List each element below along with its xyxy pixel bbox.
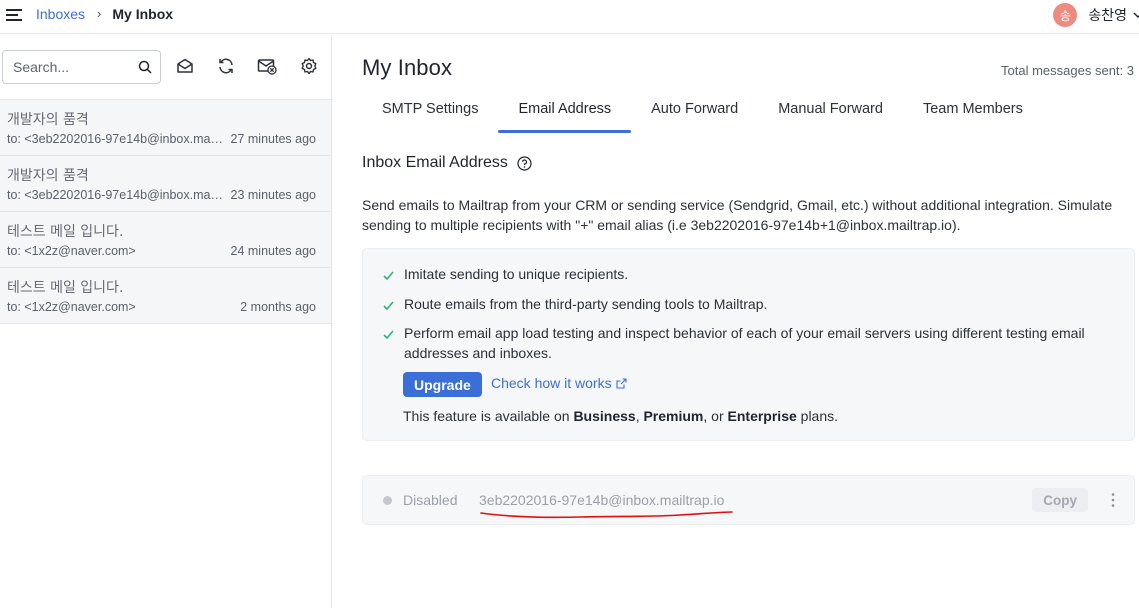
search-input[interactable] [13,59,133,75]
feature-info-box: Imitate sending to unique recipients. Ro… [362,248,1135,441]
message-subject: 개발자의 품격 [7,168,89,184]
clear-inbox-icon [257,59,277,75]
list-item[interactable]: 테스트 메일 입니다. to: <1x2z@naver.com> 2 month… [0,268,331,324]
top-bar: Inboxes › My Inbox 송 송찬영 [0,0,1139,34]
section-title: Inbox Email Address [362,154,508,171]
plans-suffix: plans. [796,408,839,424]
message-recipient: to: <1x2z@naver.com> [7,244,136,258]
message-subject: 개발자의 품격 [7,112,89,128]
plans-separator: , or [703,408,728,424]
more-options-icon[interactable] [1110,492,1116,508]
upgrade-button[interactable]: Upgrade [403,372,482,397]
chevron-down-icon [1133,12,1139,18]
feature-text: Imitate sending to unique recipients. [404,266,629,282]
search-box [2,50,161,84]
inbox-sidebar: 개발자의 품격 to: <3eb2202016-97e14b@inbox.mai… [0,35,332,608]
message-recipient: to: <3eb2202016-97e14b@inbox.mailtrap.io… [7,132,225,146]
check-icon [383,330,394,340]
message-time: 24 minutes ago [230,244,316,258]
tab-auto-forward[interactable]: Auto Forward [631,98,758,132]
section-heading: Inbox Email Address [362,154,532,172]
total-messages-sent: Total messages sent: 3 [1001,63,1134,78]
address-status: Disabled [403,492,458,508]
list-item[interactable]: 개발자의 품격 to: <3eb2202016-97e14b@inbox.mai… [0,156,331,212]
feature-text: Perform email app load testing and inspe… [404,325,1085,361]
inbox-main: My Inbox Total messages sent: 3 SMTP Set… [333,35,1139,608]
message-recipient: to: <3eb2202016-97e14b@inbox.mailtrap.io… [7,188,225,202]
message-time: 23 minutes ago [230,188,316,202]
mark-read-icon [177,58,193,73]
plan-enterprise: Enterprise [727,408,797,424]
message-subject: 테스트 메일 입니다. [7,280,124,296]
copy-button[interactable]: Copy [1032,488,1088,512]
settings-icon [301,57,317,75]
inbox-tabs: SMTP Settings Email Address Auto Forward… [362,98,1043,133]
tab-email-address[interactable]: Email Address [498,98,631,133]
message-recipient: to: <1x2z@naver.com> [7,300,136,314]
user-menu[interactable]: 송 송찬영 [1053,3,1139,27]
breadcrumb-current: My Inbox [112,6,174,22]
inbox-settings-button[interactable] [298,55,320,77]
section-description: Send emails to Mailtrap from your CRM or… [362,197,1113,233]
external-link-icon [616,377,627,389]
check-icon [383,271,394,281]
refresh-icon [219,58,233,74]
list-item[interactable]: 개발자의 품격 to: <3eb2202016-97e14b@inbox.mai… [0,100,331,156]
inbox-address-box: Disabled 3eb2202016-97e14b@inbox.mailtra… [362,475,1135,525]
check-icon [383,301,394,311]
inbox-email-address: 3eb2202016-97e14b@inbox.mailtrap.io [479,492,725,508]
refresh-button[interactable] [215,55,237,77]
search-icon[interactable] [138,60,152,74]
check-how-it-works-link[interactable]: Check how it works [491,375,627,391]
status-indicator [383,496,392,505]
plans-prefix: This feature is available on [403,408,574,424]
feature-item: Perform email app load testing and inspe… [383,324,1124,363]
feature-text: Route emails from the third-party sendin… [404,296,768,312]
help-icon[interactable] [517,155,532,171]
breadcrumb-separator: › [97,6,102,21]
plans-note: This feature is available on Business, P… [403,408,838,424]
hamburger-menu-icon[interactable] [6,7,24,23]
check-link-label: Check how it works [491,375,612,391]
user-name: 송찬영 [1088,8,1127,24]
clear-inbox-button[interactable] [256,55,278,77]
message-time: 2 months ago [240,300,316,314]
mark-all-read-button[interactable] [174,55,196,77]
breadcrumb: Inboxes › My Inbox [36,6,173,22]
plan-premium: Premium [643,408,704,424]
feature-item: Route emails from the third-party sendin… [383,295,1124,315]
sidebar-toolbar [0,35,331,100]
feature-item: Imitate sending to unique recipients. [383,265,1124,285]
avatar: 송 [1053,3,1078,27]
message-list: 개발자의 품격 to: <3eb2202016-97e14b@inbox.mai… [0,100,331,324]
page-title: My Inbox [362,55,453,80]
message-subject: 테스트 메일 입니다. [7,224,124,240]
breadcrumb-inboxes-link[interactable]: Inboxes [36,6,85,22]
message-time: 27 minutes ago [230,132,316,146]
tab-manual-forward[interactable]: Manual Forward [758,98,903,132]
list-item[interactable]: 테스트 메일 입니다. to: <1x2z@naver.com> 24 minu… [0,212,331,268]
tab-team-members[interactable]: Team Members [903,98,1043,132]
tab-smtp-settings[interactable]: SMTP Settings [362,98,498,132]
plan-business: Business [573,408,636,424]
